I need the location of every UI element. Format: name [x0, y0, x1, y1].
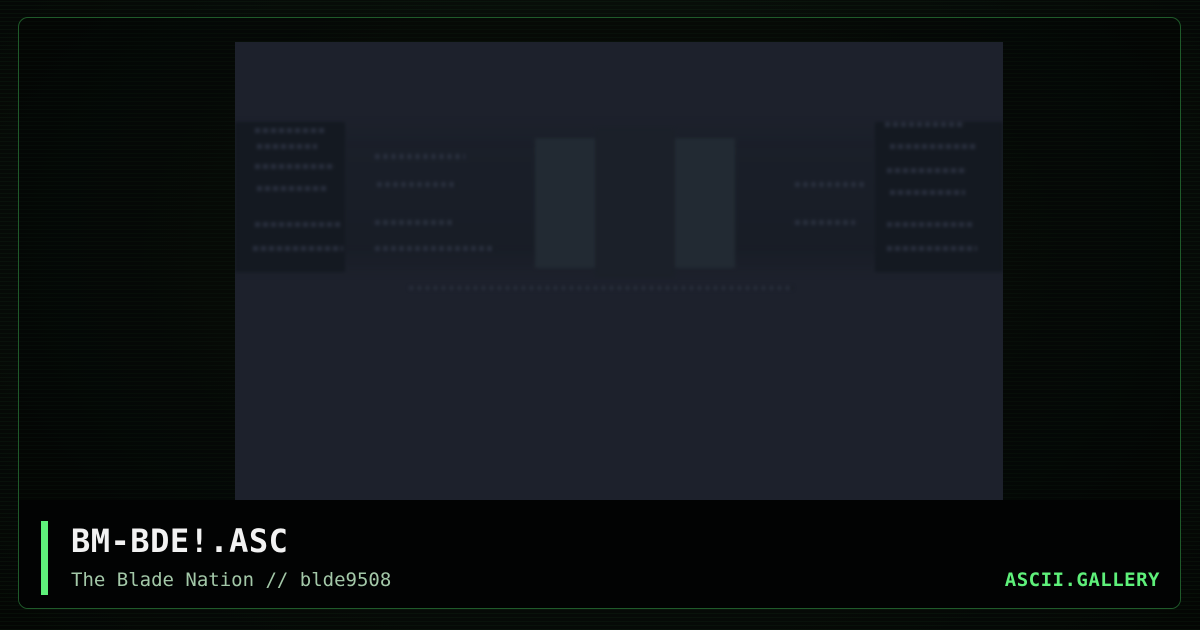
ascii-art-render — [235, 98, 1003, 298]
site-brand-link[interactable]: ASCII.GALLERY — [1005, 568, 1160, 592]
og-card: BM-BDE!.ASC The Blade Nation // blde9508… — [0, 0, 1200, 630]
artwork-subtitle: The Blade Nation // blde9508 — [71, 569, 392, 591]
artwork-title: BM-BDE!.ASC — [71, 522, 289, 560]
ascii-art-preview[interactable] — [235, 42, 1003, 518]
card-frame: BM-BDE!.ASC The Blade Nation // blde9508… — [18, 17, 1181, 609]
card-footer: BM-BDE!.ASC The Blade Nation // blde9508… — [19, 500, 1180, 608]
accent-bar — [41, 521, 48, 595]
